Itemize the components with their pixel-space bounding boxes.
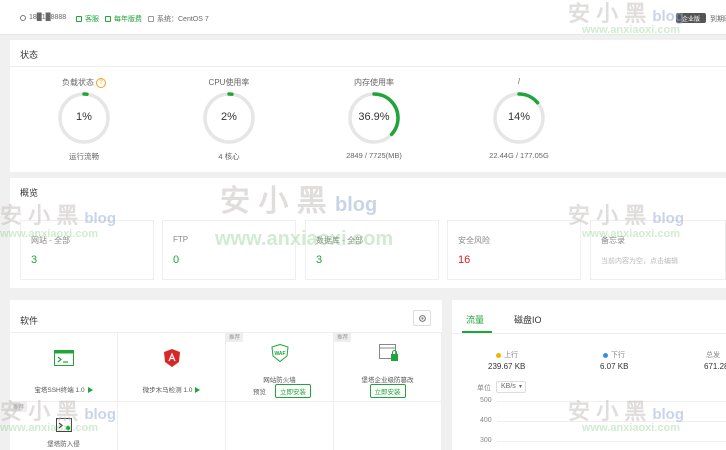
gauge-subtext: 22.44G / 177.05G <box>489 151 549 160</box>
download-value: 6.07 KB <box>600 362 629 371</box>
gauge-value: 1% <box>76 111 92 123</box>
lock-window-icon <box>379 344 398 361</box>
y-tick: 400 <box>480 417 492 424</box>
upload-dot <box>496 352 501 358</box>
total-label: 总发 <box>706 352 720 359</box>
unit-select[interactable]: KB/s ▾ <box>496 381 526 393</box>
software-item-ssh[interactable]: 宝塔SSH终端 1.0 <box>10 332 118 402</box>
service-link[interactable]: 客服 <box>76 14 99 24</box>
overview-sites[interactable]: 网站 - 全部 3 <box>20 220 154 280</box>
traffic-card <box>452 300 726 450</box>
download-label: 下行 <box>603 350 625 360</box>
gauge-subtext: 运行流畅 <box>69 152 99 161</box>
software-card: 软件 宝塔SSH终端 1.0 微步木马检测 1.0 推荐 WAF 网站防火墙 预… <box>10 300 442 450</box>
expire-text: 到期时 <box>710 16 726 23</box>
software-item-tamper-proof[interactable]: 推荐 堡塔企业级防篡改 立即安装 <box>334 332 442 402</box>
overview-memo[interactable]: 备忘录 当前内容为空，点击编辑 <box>590 220 726 280</box>
gauge-label: 内存使用率 <box>354 78 394 87</box>
fee-link[interactable]: 每年版费 <box>105 14 142 24</box>
service-icon <box>76 16 82 22</box>
preview-button[interactable]: 预览 <box>248 384 271 398</box>
user-name: 18█1█8888 <box>29 14 67 21</box>
fee-icon <box>105 16 111 22</box>
svg-text:WAF: WAF <box>274 351 285 357</box>
tab-disk-io[interactable]: 磁盘IO <box>514 313 542 326</box>
user-info[interactable]: 18█1█8888 <box>20 14 66 21</box>
chevron-down-icon: ▾ <box>518 384 522 390</box>
system-info: 系统：CentOS 7 <box>148 14 209 24</box>
tab-traffic[interactable]: 流量 <box>466 313 484 326</box>
software-item-intrusion[interactable]: 推荐 堡塔防入侵 <box>10 402 118 450</box>
y-tick: 500 <box>480 397 492 404</box>
software-settings-button[interactable] <box>413 310 431 326</box>
software-empty-slot <box>226 402 334 450</box>
overview-ftp[interactable]: FTP 0 <box>162 220 296 280</box>
status-title: 状态 <box>20 50 39 60</box>
gauge-label: / <box>517 77 521 86</box>
play-icon[interactable] <box>195 387 201 394</box>
gear-icon <box>418 314 426 322</box>
waf-shield-icon: WAF <box>271 344 289 362</box>
gauge-value: 36.9% <box>358 111 390 123</box>
upload-value: 239.67 KB <box>488 362 526 371</box>
overview-title: 概览 <box>20 188 39 198</box>
install-waf-button[interactable]: 立即安装 <box>275 384 311 398</box>
software-empty-slot <box>118 402 226 450</box>
gauge-subtext: 2849 / 7725(MB) <box>346 151 402 160</box>
shield-icon <box>164 349 180 367</box>
software-item-trojan-scan[interactable]: 微步木马检测 1.0 <box>118 332 226 402</box>
upload-label: 上行 <box>496 350 518 360</box>
play-icon[interactable] <box>87 387 93 394</box>
total-value: 671.28 <box>704 362 726 371</box>
gauge-value: 2% <box>221 111 237 123</box>
software-title: 软件 <box>20 316 39 326</box>
gauge-subtext: 4 核心 <box>218 152 240 161</box>
intrusion-terminal-icon <box>56 418 72 432</box>
overview-databases[interactable]: 数据库 - 全部 3 <box>305 220 439 280</box>
edition-badge: 企业版 <box>676 13 706 23</box>
software-item-waf[interactable]: 推荐 WAF 网站防火墙 预览 立即安装 <box>226 332 334 402</box>
top-bar: 18█1█8888 客服 每年版费 系统：CentOS 7 企业版 到期时 <box>0 0 726 35</box>
user-icon <box>20 14 26 21</box>
overview-security-risk[interactable]: 安全风险 16 <box>447 220 581 280</box>
download-dot <box>603 352 608 358</box>
install-tamper-button[interactable]: 立即安装 <box>369 384 406 398</box>
y-tick: 300 <box>480 437 492 444</box>
gauge-value: 14% <box>507 111 531 123</box>
gauge-label: CPU使用率 <box>208 78 250 87</box>
software-empty-slot <box>334 402 442 450</box>
terminal-icon <box>54 350 74 366</box>
help-icon[interactable]: ? <box>96 77 106 88</box>
system-icon <box>148 16 154 22</box>
gauge-label: 负载状态? <box>34 77 134 88</box>
unit-label: 单位 <box>477 385 491 392</box>
